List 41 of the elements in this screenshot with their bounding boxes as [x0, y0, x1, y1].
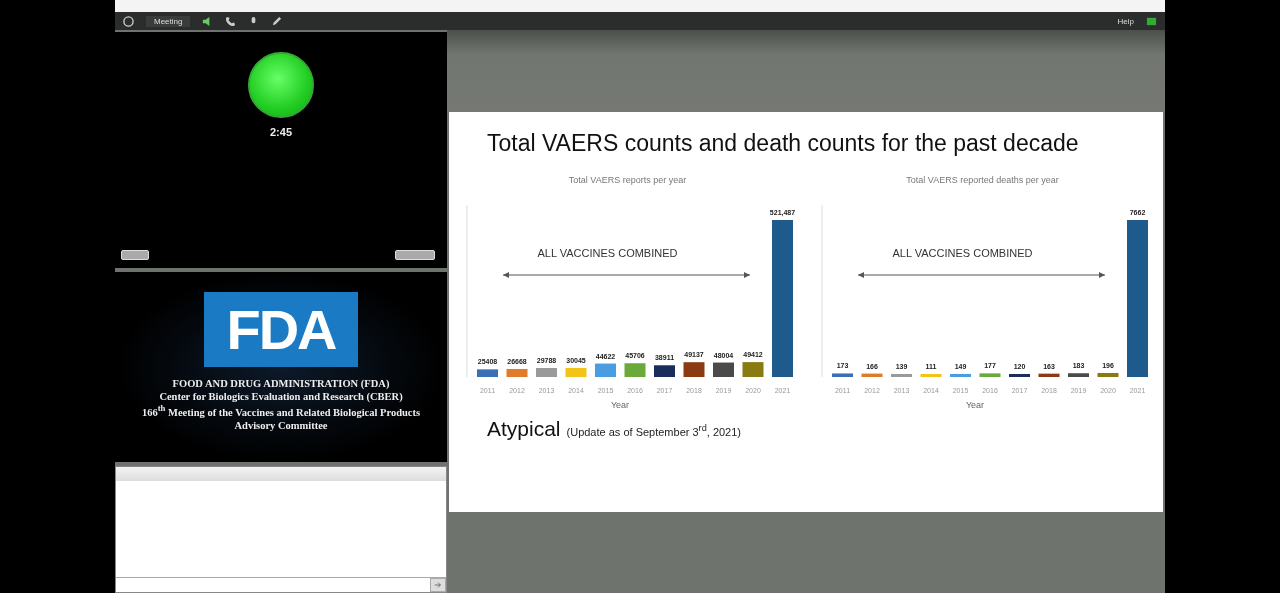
update-note: (Update as of September 3$^{rd}$, 2021) [566, 423, 741, 438]
bar [832, 373, 853, 377]
axis-label: Year [610, 400, 630, 410]
bar [742, 362, 764, 377]
bar [713, 362, 734, 377]
bar [1009, 374, 1030, 377]
menu-button[interactable]: Meeting [146, 15, 191, 27]
bar [506, 368, 528, 377]
fda-logo: FDA [204, 292, 358, 368]
annotation-label: ALL VACCINES COMBINED [537, 247, 678, 259]
bar [683, 362, 705, 377]
chart-title: Total VAERS reported deaths per year [906, 175, 1059, 185]
bar [624, 363, 646, 377]
help-menu[interactable]: Help [1117, 16, 1134, 26]
bar [595, 363, 616, 377]
pen-icon[interactable] [271, 15, 283, 27]
bar [1097, 373, 1119, 377]
bar [1038, 373, 1060, 377]
fda-caption-line: 166$^{th}$ Meeting of the Vaccines and Related Biological Products Advisory Committee [140, 403, 422, 433]
fda-caption-line: FOOD AND DRUG ADMINISTRATION (FDA) [172, 377, 390, 391]
status-icon [1146, 15, 1157, 27]
bar [654, 365, 675, 377]
bar [920, 374, 942, 377]
chart-title: Total VAERS reports per year [568, 175, 687, 185]
send-icon [434, 581, 442, 589]
slide-title: Total VAERS counts and death counts for the past decade [487, 130, 1080, 157]
bar [861, 373, 883, 377]
bar [536, 368, 557, 377]
bar [950, 373, 971, 377]
bar [891, 374, 912, 377]
axis-label: Year [965, 400, 985, 410]
annotation-label: ALL VACCINES COMBINED [892, 247, 1033, 259]
timer-time: 2:45 [270, 126, 292, 138]
slide-heading: Atypical [487, 417, 561, 441]
bar [979, 373, 1001, 377]
phone-icon[interactable] [225, 15, 237, 27]
bar [477, 369, 498, 377]
fda-caption-line: Center for Biologics Evaluation and Research (CBER) [159, 390, 403, 404]
app-logo-icon[interactable] [123, 15, 134, 27]
bar [1068, 373, 1089, 377]
bar [565, 367, 587, 377]
